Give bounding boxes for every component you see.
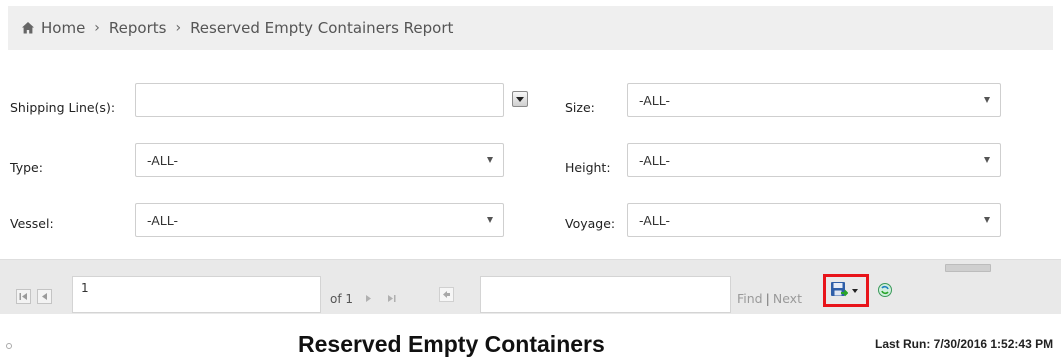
next-page-icon[interactable]: [361, 291, 376, 306]
find-text-input[interactable]: [480, 276, 731, 313]
vessel-select[interactable]: -ALL-: [135, 203, 504, 237]
breadcrumb-separator: ›: [175, 20, 182, 36]
shipping-lines-dropdown-button[interactable]: [512, 91, 528, 107]
find-next-group: Find | Next: [737, 291, 802, 306]
breadcrumb-reports-link[interactable]: Reports: [109, 19, 167, 37]
find-link[interactable]: Find: [737, 291, 763, 306]
size-label: Size:: [565, 100, 595, 115]
back-to-parent-icon[interactable]: [439, 287, 454, 302]
previous-page-icon[interactable]: [37, 289, 52, 304]
breadcrumb-separator: ›: [94, 20, 100, 36]
voyage-select[interactable]: -ALL-: [627, 203, 1001, 237]
page-number-input[interactable]: 1: [72, 276, 321, 313]
dropdown-arrow-icon: [487, 217, 493, 223]
page-number-value: 1: [81, 281, 89, 295]
voyage-select-value: -ALL-: [639, 212, 671, 228]
vessel-select-value: -ALL-: [147, 212, 179, 228]
shipping-lines-label: Shipping Line(s):: [10, 100, 116, 115]
export-dropdown-arrow-icon[interactable]: [852, 289, 858, 293]
page-count-label: of 1: [330, 292, 354, 306]
size-select[interactable]: -ALL-: [627, 83, 1001, 117]
last-page-icon[interactable]: [384, 291, 399, 306]
type-label: Type:: [10, 160, 43, 175]
shipping-lines-input[interactable]: [135, 83, 504, 117]
export-save-icon[interactable]: [830, 281, 848, 299]
breadcrumb-current-page: Reserved Empty Containers Report: [190, 19, 454, 37]
breadcrumb: Home › Reports › Reserved Empty Containe…: [8, 6, 1053, 50]
find-next-separator: |: [765, 291, 770, 306]
vessel-label: Vessel:: [10, 216, 54, 231]
refresh-icon[interactable]: [877, 282, 893, 298]
report-title: Reserved Empty Containers: [298, 331, 605, 357]
dropdown-arrow-icon: [984, 97, 990, 103]
first-page-icon[interactable]: [16, 289, 31, 304]
type-select-value: -ALL-: [147, 152, 179, 168]
breadcrumb-home-link[interactable]: Home: [41, 19, 85, 37]
type-select[interactable]: -ALL-: [135, 143, 504, 177]
dropdown-arrow-icon: [984, 217, 990, 223]
dropdown-arrow-icon: [487, 157, 493, 163]
last-run-timestamp: Last Run: 7/30/2016 1:52:43 PM: [875, 337, 1054, 351]
dropdown-arrow-icon: [984, 157, 990, 163]
size-select-value: -ALL-: [639, 92, 671, 108]
height-select-value: -ALL-: [639, 152, 671, 168]
height-label: Height:: [565, 160, 611, 175]
voyage-label: Voyage:: [565, 216, 616, 231]
toggle-marker-icon: [6, 343, 12, 349]
chevron-down-icon: [516, 96, 524, 102]
height-select[interactable]: -ALL-: [627, 143, 1001, 177]
home-icon[interactable]: [21, 21, 35, 35]
collapse-parameters-button[interactable]: [945, 264, 991, 272]
next-link[interactable]: Next: [773, 291, 802, 306]
